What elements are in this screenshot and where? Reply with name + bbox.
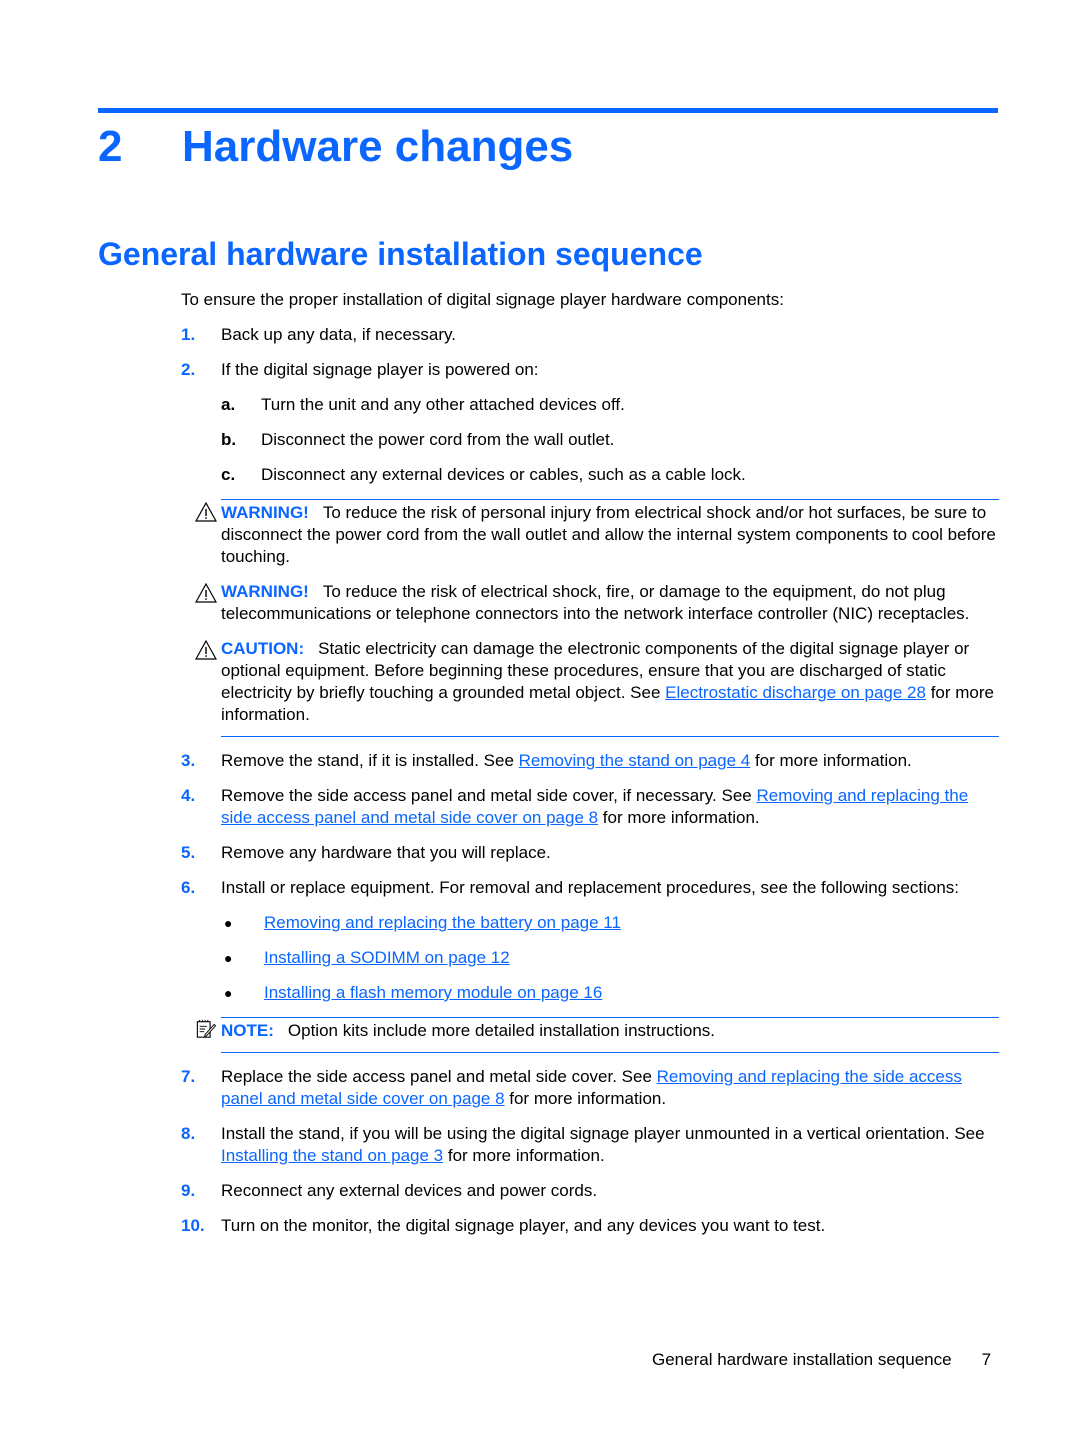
step-9: 9. Reconnect any external devices and po… [181,1180,999,1202]
note-notice: NOTE: Option kits include more detailed i… [196,1017,999,1053]
installing-stand-link[interactable]: Installing the stand on page 3 [221,1146,443,1165]
step-text: Replace the side access panel and metal … [221,1067,657,1086]
note-text: Option kits include more detailed instal… [287,1021,715,1040]
step-1: 1. Back up any data, if necessary. [181,324,999,346]
substep-letter: a. [221,395,236,414]
step-text: Install or replace equipment. For remova… [221,878,959,897]
step-text: If the digital signage player is powered… [221,360,539,379]
step-number: 9. [181,1181,196,1200]
step-text: Install the stand, if you will be using … [221,1124,985,1143]
substep-letter: b. [221,430,237,449]
removing-stand-link[interactable]: Removing the stand on page 4 [519,751,751,770]
battery-link[interactable]: Removing and replacing the battery on pa… [264,912,621,934]
note-label: NOTE: [221,1021,274,1040]
bullet-item: ● Installing a SODIMM on page 12 [221,947,999,969]
step-number: 3. [181,751,196,770]
step-text: Remove the side access panel and metal s… [221,786,757,805]
step-number: 6. [181,878,196,897]
step-7: 7. Replace the side access panel and met… [181,1066,999,1110]
note-pencil-icon [196,1019,217,1038]
warning-label: WARNING! [221,503,309,522]
electrostatic-discharge-link[interactable]: Electrostatic discharge on page 28 [665,683,926,702]
step-text: Back up any data, if necessary. [221,325,456,344]
step-number: 4. [181,786,196,805]
footer-section-title: General hardware installation sequence [652,1350,952,1369]
bullet-item: ● Removing and replacing the battery on … [221,912,999,934]
warning-triangle-icon [195,502,217,522]
step-number: 1. [181,325,196,344]
step-text: Reconnect any external devices and power… [221,1181,598,1200]
step-2: 2. If the digital signage player is powe… [181,359,999,381]
flash-memory-link[interactable]: Installing a flash memory module on page… [264,982,602,1004]
sodimm-link[interactable]: Installing a SODIMM on page 12 [264,947,510,969]
bullet-dot-icon: ● [224,950,233,966]
page-footer: General hardware installation sequence 7 [652,1350,991,1370]
bullet-dot-icon: ● [224,915,233,931]
substep-text: Turn the unit and any other attached dev… [261,395,625,414]
chapter-heading: 2 Hardware changes [98,122,573,172]
step-number: 2. [181,360,196,379]
step-text-after: for more information. [598,808,760,827]
step-text: Remove any hardware that you will replac… [221,843,551,862]
substep-text: Disconnect the power cord from the wall … [261,430,615,449]
step-5: 5. Remove any hardware that you will rep… [181,842,999,864]
substep-letter: c. [221,465,236,484]
chapter-rule [98,108,998,113]
substep-text: Disconnect any external devices or cable… [261,465,746,484]
step-number: 5. [181,843,196,862]
step-text-after: for more information. [443,1146,605,1165]
step-6: 6. Install or replace equipment. For rem… [181,877,999,899]
step-4: 4. Remove the side access panel and meta… [181,785,999,829]
section-title: General hardware installation sequence [98,236,703,272]
chapter-number: 2 [98,122,123,171]
page-number: 7 [981,1350,992,1369]
bullet-item: ● Installing a flash memory module on pa… [221,982,999,1004]
warning-notice-1: WARNING! To reduce the risk of personal i… [195,499,999,568]
warning-notice-2: WARNING! To reduce the risk of electrical… [195,581,999,625]
bullet-dot-icon: ● [224,985,233,1001]
step-text: Turn on the monitor, the digital signage… [221,1216,826,1235]
step-8: 8. Install the stand, if you will be usi… [181,1123,999,1167]
caution-notice: CAUTION: Static electricity can damage th… [195,638,999,737]
step-10: 10. Turn on the monitor, the digital sig… [181,1215,999,1237]
step-number: 7. [181,1067,196,1086]
substep-c: c. Disconnect any external devices or ca… [221,464,999,486]
substep-a: a. Turn the unit and any other attached … [221,394,999,416]
step-text-after: for more information. [504,1089,667,1108]
warning-text: To reduce the risk of personal injury fr… [221,503,996,566]
chapter-title: Hardware changes [182,122,574,171]
warning-triangle-icon [195,583,217,603]
step-3: 3. Remove the stand, if it is installed.… [181,750,999,772]
substep-b: b. Disconnect the power cord from the wa… [221,429,999,451]
warning-label: WARNING! [221,582,309,601]
step-text-after: for more information. [750,751,912,770]
warning-triangle-icon [195,640,217,660]
step-number: 8. [181,1124,196,1143]
intro-text: To ensure the proper installation of dig… [181,290,784,309]
body-content: To ensure the proper installation of dig… [181,289,999,1250]
warning-text: To reduce the risk of electrical shock, … [221,582,970,623]
caution-label: CAUTION: [221,639,305,658]
step-text: Remove the stand, if it is installed. Se… [221,751,519,770]
step-number: 10. [181,1216,205,1235]
